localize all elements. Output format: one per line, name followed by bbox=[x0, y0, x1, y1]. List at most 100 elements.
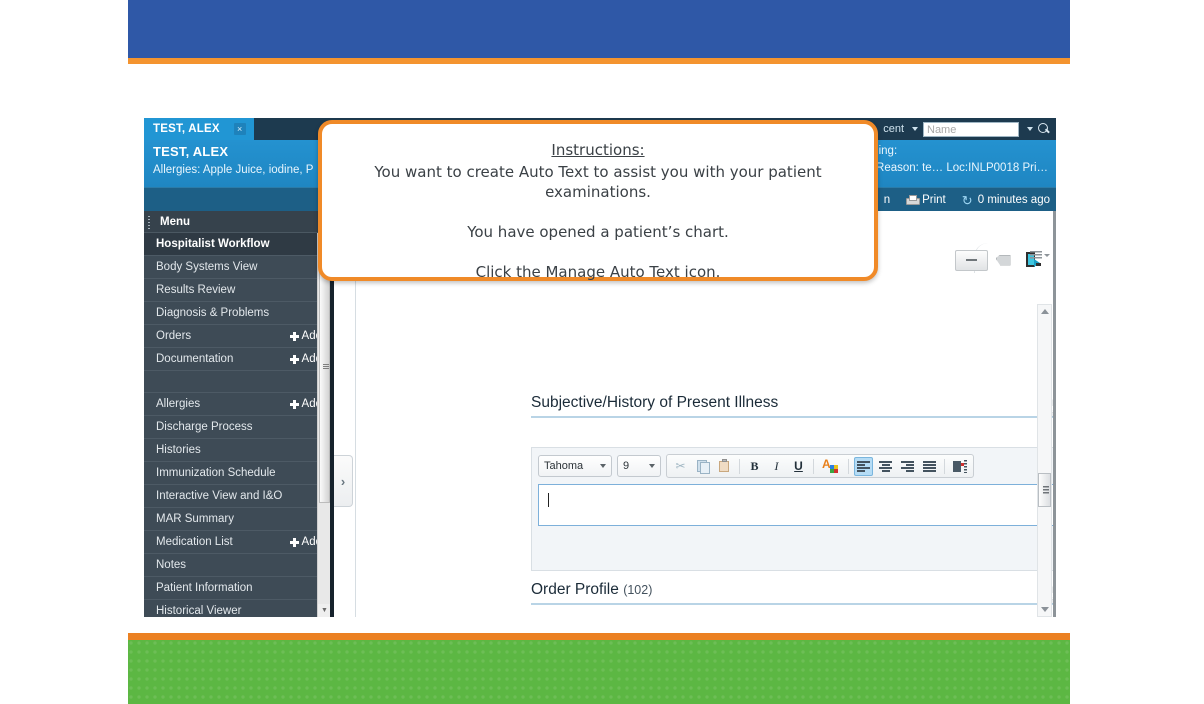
font-size-value: 9 bbox=[623, 460, 630, 472]
order-profile-section-rule bbox=[531, 603, 1056, 605]
paste-icon bbox=[718, 458, 731, 473]
sidebar-item-label: MAR Summary bbox=[156, 513, 234, 525]
visit-line-2: Reason: te… Loc:INLP0018 Pri… bbox=[876, 162, 1048, 174]
chevron-down-icon bbox=[1044, 254, 1050, 257]
chevron-down-icon bbox=[600, 464, 606, 468]
sidebar-item-results-review[interactable]: Results Review bbox=[144, 279, 330, 302]
copy-button[interactable] bbox=[693, 457, 712, 476]
instructions-callout: Instructions: You want to create Auto Te… bbox=[318, 120, 878, 281]
align-justify-button[interactable] bbox=[920, 457, 939, 476]
search-input[interactable]: Name bbox=[923, 121, 1019, 137]
content-scrollbar[interactable] bbox=[1037, 304, 1052, 617]
font-color-button[interactable]: A bbox=[819, 457, 843, 476]
text-caret bbox=[548, 493, 549, 507]
scrollbar-grip-icon bbox=[323, 364, 329, 369]
paste-button[interactable] bbox=[715, 457, 734, 476]
sidebar-item-mar-summary[interactable]: MAR Summary bbox=[144, 508, 330, 531]
sidebar-item-discharge-process[interactable]: Discharge Process bbox=[144, 416, 330, 439]
sidebar-item-notes[interactable]: Notes bbox=[144, 554, 330, 577]
visit-line-1: ling: bbox=[876, 145, 898, 157]
slide-bottom-banner bbox=[128, 640, 1070, 704]
recent-dropdown-label[interactable]: cent bbox=[883, 123, 904, 135]
sidebar-item-historical-viewer[interactable]: Historical Viewer bbox=[144, 600, 330, 617]
align-left-icon bbox=[856, 460, 871, 472]
sidebar-item-histories[interactable]: Histories bbox=[144, 439, 330, 462]
align-center-icon bbox=[878, 460, 893, 472]
patient-tab[interactable]: TEST, ALEX × bbox=[144, 118, 254, 140]
bold-button[interactable]: B bbox=[745, 457, 764, 476]
align-left-button[interactable] bbox=[854, 456, 873, 476]
refresh-label: 0 minutes ago bbox=[977, 194, 1050, 206]
close-icon[interactable]: × bbox=[233, 123, 246, 135]
insert-field-button[interactable] bbox=[950, 457, 969, 476]
slide-canvas: TEST, ALEX × cent Name TEST, ALEX Allerg… bbox=[0, 0, 1204, 704]
scrollbar-grip-icon bbox=[1043, 486, 1049, 495]
copy-icon bbox=[696, 460, 710, 474]
scroll-down-icon[interactable] bbox=[1038, 603, 1051, 616]
align-right-button[interactable] bbox=[898, 457, 917, 476]
search-chevron-down-icon[interactable] bbox=[1027, 127, 1033, 131]
sidebar-item-diagnosis-problems[interactable]: Diagnosis & Problems bbox=[144, 302, 330, 325]
editor-toolbar: Tahoma 9 ✂ B I U A bbox=[538, 454, 974, 478]
menu-header-label: Menu bbox=[160, 215, 191, 228]
sidebar-item-medication-list[interactable]: Medication List Add bbox=[144, 531, 330, 554]
refresh-icon: ↻ bbox=[961, 192, 973, 208]
subjective-text-input[interactable] bbox=[538, 484, 1056, 526]
align-right-icon bbox=[900, 460, 915, 472]
patient-name: TEST, ALEX bbox=[153, 144, 229, 159]
patient-allergies: Allergies: Apple Juice, iodine, P bbox=[153, 164, 314, 176]
content-menu-button[interactable] bbox=[1030, 251, 1050, 260]
sidebar-item-patient-information[interactable]: Patient Information bbox=[144, 577, 330, 600]
font-family-value: Tahoma bbox=[544, 460, 584, 472]
sidebar-expand-button[interactable]: › bbox=[334, 455, 353, 507]
topbar-right-cluster: cent Name bbox=[883, 118, 1056, 140]
subjective-title-text: Subjective/History of Present Illness bbox=[531, 394, 779, 411]
print-button[interactable]: Print bbox=[906, 194, 946, 206]
hamburger-menu-icon bbox=[1030, 251, 1042, 260]
sidebar-item-label: Hospitalist Workflow bbox=[156, 238, 270, 250]
sidebar-item-label: Medication List bbox=[156, 536, 233, 548]
chevron-down-icon[interactable] bbox=[912, 127, 918, 131]
plus-icon bbox=[289, 331, 299, 341]
sidebar-item-body-systems-view[interactable]: Body Systems View bbox=[144, 256, 330, 279]
italic-button[interactable]: I bbox=[767, 457, 786, 476]
align-justify-icon bbox=[922, 460, 937, 472]
sidebar-item-label: Notes bbox=[156, 559, 187, 571]
sidebar-item-interactive-view-and-i-o[interactable]: Interactive View and I&O bbox=[144, 485, 330, 508]
order-profile-section-title: Order Profile (102) bbox=[531, 581, 652, 599]
sidebar-item-immunization-schedule[interactable]: Immunization Schedule bbox=[144, 462, 330, 485]
font-size-select[interactable]: 9 bbox=[617, 455, 661, 477]
underline-button[interactable]: U bbox=[789, 457, 808, 476]
cut-button[interactable]: ✂ bbox=[671, 457, 690, 476]
content-right-edge bbox=[1053, 211, 1056, 617]
sidebar-item-label: Documentation bbox=[156, 353, 234, 365]
content-scrollbar-thumb[interactable] bbox=[1038, 473, 1051, 507]
sidebar-item-hospitalist-workflow[interactable]: Hospitalist Workflow bbox=[144, 233, 330, 256]
sidebar-item-label: Discharge Process bbox=[156, 421, 253, 433]
patient-visit-details: ling: Reason: te… Loc:INLP0018 Pri… bbox=[876, 143, 1048, 177]
sidebar-item-label: Orders bbox=[156, 330, 192, 342]
search-icon[interactable] bbox=[1038, 123, 1050, 135]
order-profile-title-text: Order Profile bbox=[531, 581, 619, 598]
scissors-icon: ✂ bbox=[675, 459, 686, 473]
instructions-line-3: Click the Manage Auto Text icon. bbox=[475, 263, 721, 281]
slide-top-accent-rule bbox=[128, 58, 1070, 64]
tag-button[interactable] bbox=[988, 248, 1018, 272]
refresh-button[interactable]: ↻ 0 minutes ago bbox=[961, 192, 1050, 208]
sidebar-item-allergies[interactable]: Allergies Add bbox=[144, 393, 330, 416]
sidebar-scrollbar[interactable]: ▼ bbox=[317, 233, 331, 617]
sidebar-item-label: Body Systems View bbox=[156, 261, 258, 273]
align-center-button[interactable] bbox=[876, 457, 895, 476]
scroll-up-icon[interactable] bbox=[1038, 305, 1051, 318]
navigation-sidebar: Menu Hospitalist Workflow Body Systems V… bbox=[144, 211, 331, 617]
chevron-down-icon bbox=[649, 464, 655, 468]
minimize-button[interactable] bbox=[955, 249, 988, 271]
font-family-select[interactable]: Tahoma bbox=[538, 455, 612, 477]
menu-drag-handle[interactable] bbox=[144, 211, 154, 233]
slide-bottom-accent-rule bbox=[128, 633, 1070, 640]
sidebar-item-orders[interactable]: Orders Add bbox=[144, 325, 330, 348]
tag-icon bbox=[995, 254, 1011, 266]
app-toolbar-actions: n Print ↻ 0 minutes ago bbox=[884, 188, 1050, 212]
sidebar-item-label: Histories bbox=[156, 444, 201, 456]
sidebar-item-documentation[interactable]: Documentation Add bbox=[144, 348, 330, 371]
